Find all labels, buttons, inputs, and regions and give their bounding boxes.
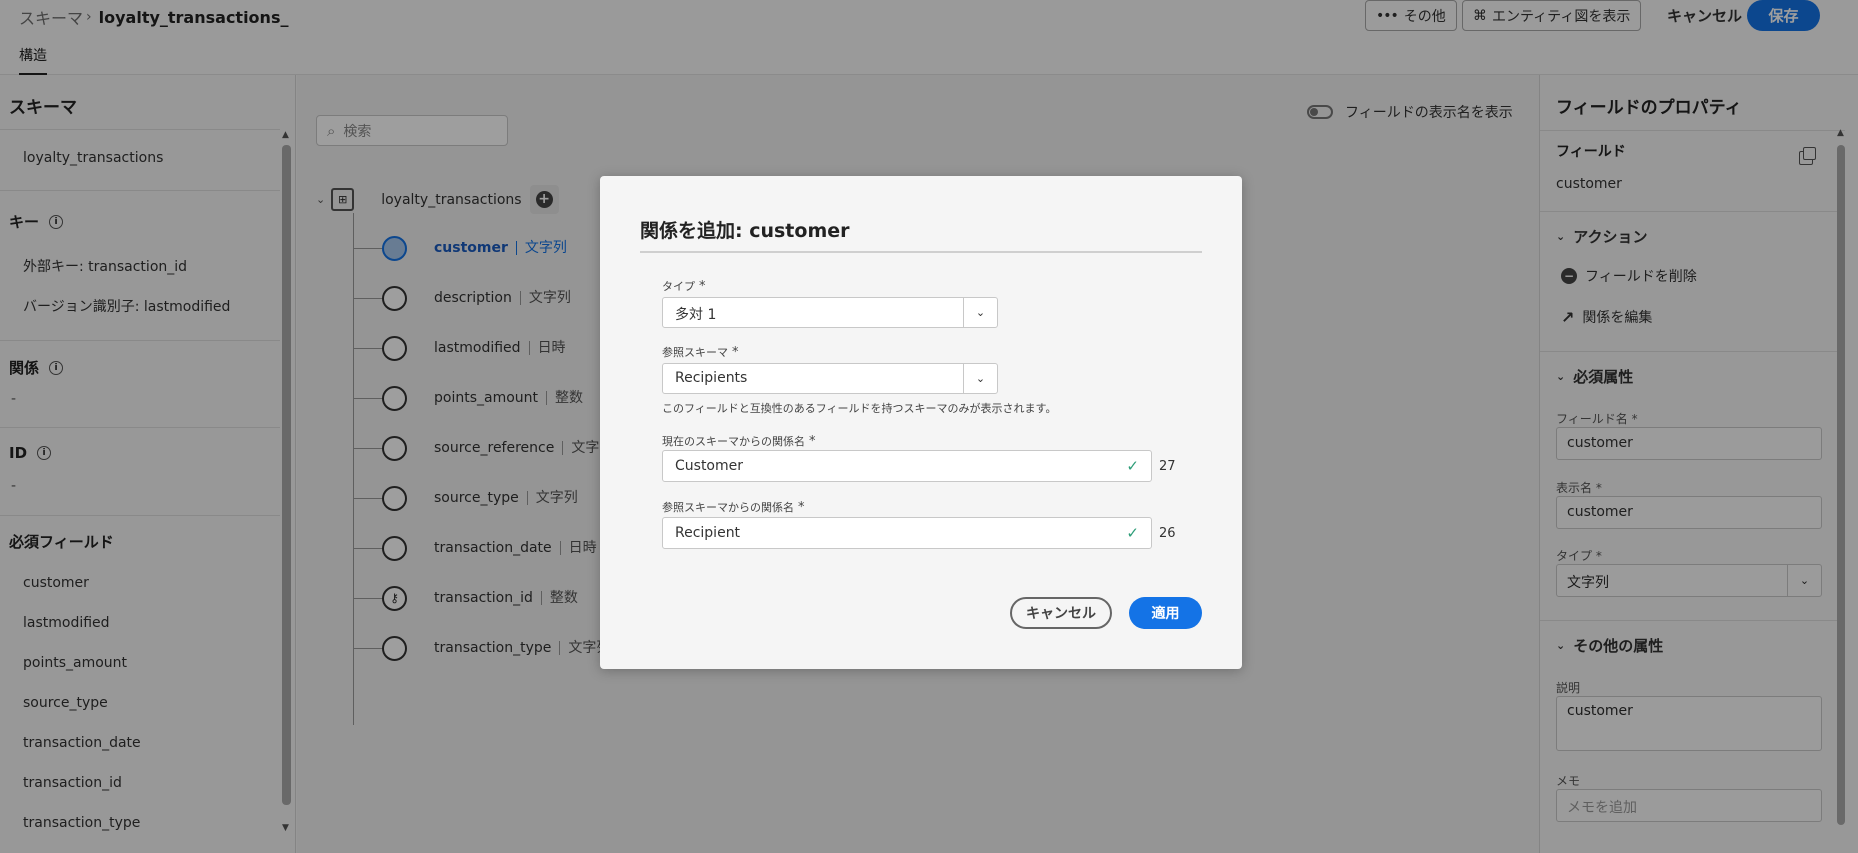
ref-rel-value: Recipient: [675, 525, 741, 541]
ref-schema-select[interactable]: Recipients ⌄: [662, 363, 998, 394]
chevron-down-icon: ⌄: [963, 364, 997, 393]
type-field-label: タイプ *: [662, 279, 706, 294]
add-relation-dialog: 関係を追加: customer タイプ * 多対 1 ⌄ 参照スキーマ * Reci…: [600, 176, 1242, 669]
dialog-title: 関係を追加: customer: [640, 220, 850, 242]
chevron-down-icon: ⌄: [963, 298, 997, 327]
ref-rel-label: 参照スキーマからの関係名 *: [662, 500, 805, 515]
ref-rel-char-count: 26: [1159, 526, 1176, 541]
dialog-cancel-button[interactable]: キャンセル: [1010, 597, 1112, 629]
dialog-divider: [640, 251, 1202, 253]
current-rel-char-count: 27: [1159, 459, 1176, 474]
current-rel-input[interactable]: Customer ✓: [662, 450, 1152, 482]
relation-type-select[interactable]: 多対 1 ⌄: [662, 297, 998, 328]
current-rel-label: 現在のスキーマからの関係名 *: [662, 434, 816, 449]
dialog-apply-button[interactable]: 適用: [1129, 597, 1202, 629]
current-rel-value: Customer: [675, 458, 744, 474]
checkmark-icon: ✓: [1126, 457, 1139, 475]
ref-schema-label: 参照スキーマ *: [662, 345, 739, 360]
ref-schema-hint: このフィールドと互換性のあるフィールドを持つスキーマのみが表示されます。: [662, 402, 1057, 415]
ref-rel-input[interactable]: Recipient ✓: [662, 517, 1152, 549]
relation-type-value: 多対 1: [675, 307, 717, 323]
checkmark-icon: ✓: [1126, 524, 1139, 542]
ref-schema-value: Recipients: [675, 370, 748, 386]
